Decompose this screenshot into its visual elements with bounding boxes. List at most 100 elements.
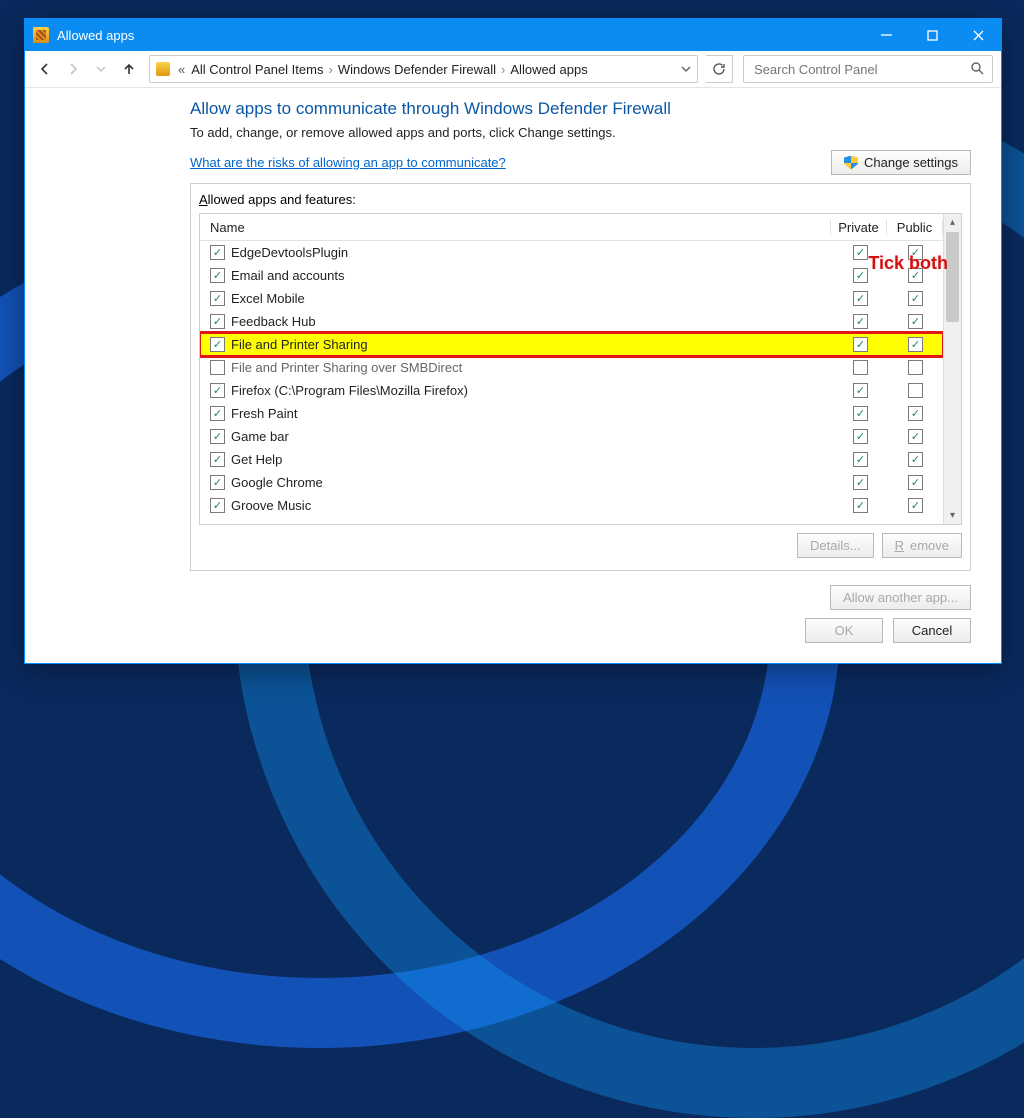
checkbox[interactable]: ✓ (853, 383, 868, 398)
checkbox[interactable]: ✓ (908, 337, 923, 352)
col-name[interactable]: Name (200, 220, 831, 235)
checkbox[interactable]: ✓ (210, 268, 225, 283)
checkbox[interactable]: ✓ (210, 475, 225, 490)
app-name: Groove Music (231, 498, 311, 513)
checkbox[interactable]: ✓ (908, 406, 923, 421)
checkbox[interactable] (853, 360, 868, 375)
checkbox[interactable]: ✓ (853, 291, 868, 306)
app-name: EdgeDevtoolsPlugin (231, 245, 348, 260)
page-subtext: To add, change, or remove allowed apps a… (190, 125, 971, 140)
table-row[interactable]: ✓ Fresh Paint ✓ ✓ (200, 402, 943, 425)
forward-button[interactable] (61, 57, 85, 81)
checkbox[interactable]: ✓ (908, 429, 923, 444)
table-row[interactable]: ✓Email and accounts✓✓ (200, 264, 943, 287)
checkbox[interactable]: ✓ (210, 429, 225, 444)
app-name: Email and accounts (231, 268, 344, 283)
col-private[interactable]: Private (831, 220, 887, 235)
app-name: Fresh Paint (231, 406, 297, 421)
table-row[interactable]: ✓ File and Printer Sharing ✓ ✓ (200, 333, 943, 356)
breadcrumb-item[interactable]: Allowed apps (510, 62, 587, 77)
cancel-button[interactable]: Cancel (893, 618, 971, 643)
scroll-down-icon[interactable]: ▾ (944, 507, 961, 524)
checkbox[interactable]: ✓ (853, 406, 868, 421)
app-name: Game bar (231, 429, 289, 444)
app-name: Get Help (231, 452, 282, 467)
search-box[interactable] (743, 55, 993, 83)
table-row[interactable]: File and Printer Sharing over SMBDirect (200, 356, 943, 379)
table-row[interactable]: ✓ Game bar ✓ ✓ (200, 425, 943, 448)
app-name: File and Printer Sharing over SMBDirect (231, 360, 462, 375)
panel-label: Allowed apps and features: (199, 192, 962, 207)
checkbox[interactable] (908, 383, 923, 398)
table-row[interactable]: ✓ Firefox (C:\Program Files\Mozilla Firef… (200, 379, 943, 402)
app-name: Excel Mobile (231, 291, 305, 306)
checkbox[interactable]: ✓ (908, 452, 923, 467)
page-heading: Allow apps to communicate through Window… (190, 99, 971, 119)
table-row[interactable]: ✓EdgeDevtoolsPlugin✓✓ (200, 241, 943, 264)
checkbox[interactable] (210, 360, 225, 375)
checkbox[interactable]: ✓ (853, 475, 868, 490)
app-name: Feedback Hub (231, 314, 316, 329)
checkbox[interactable]: ✓ (210, 337, 225, 352)
checkbox[interactable]: ✓ (908, 291, 923, 306)
search-input[interactable] (752, 61, 970, 78)
checkbox[interactable]: ✓ (908, 498, 923, 513)
breadcrumb-item[interactable]: Windows Defender Firewall (338, 62, 496, 77)
chevron-down-icon[interactable] (681, 62, 691, 77)
checkbox[interactable]: ✓ (210, 452, 225, 467)
app-name: Firefox (C:\Program Files\Mozilla Firefo… (231, 383, 468, 398)
remove-button[interactable]: Remove (882, 533, 962, 558)
checkbox[interactable]: ✓ (853, 268, 868, 283)
checkbox[interactable]: ✓ (853, 452, 868, 467)
change-settings-button[interactable]: Change settings (831, 150, 971, 175)
close-button[interactable] (955, 19, 1001, 51)
scroll-thumb[interactable] (946, 232, 959, 322)
refresh-button[interactable] (706, 55, 733, 83)
checkbox[interactable]: ✓ (210, 245, 225, 260)
risk-link[interactable]: What are the risks of allowing an app to… (190, 155, 506, 170)
checkbox[interactable]: ✓ (853, 429, 868, 444)
checkbox[interactable]: ✓ (853, 245, 868, 260)
table-row[interactable]: ✓ Feedback Hub ✓ ✓ (200, 310, 943, 333)
checkbox[interactable]: ✓ (853, 337, 868, 352)
window-icon (33, 27, 49, 43)
back-button[interactable] (33, 57, 57, 81)
checkbox[interactable]: ✓ (908, 314, 923, 329)
recent-locations-button[interactable] (89, 57, 113, 81)
details-button[interactable]: Details... (797, 533, 874, 558)
checkbox[interactable]: ✓ (210, 406, 225, 421)
allowed-apps-panel: Allowed apps and features: Name Private … (190, 183, 971, 571)
minimize-button[interactable] (863, 19, 909, 51)
table-row[interactable]: ✓Google Chrome✓✓ (200, 471, 943, 494)
search-icon (970, 61, 984, 78)
app-name: File and Printer Sharing (231, 337, 368, 352)
breadcrumb-overflow[interactable]: « (178, 62, 185, 77)
checkbox[interactable]: ✓ (853, 498, 868, 513)
scroll-up-icon[interactable]: ▴ (944, 214, 961, 231)
change-settings-label: Change settings (864, 155, 958, 170)
checkbox[interactable]: ✓ (908, 475, 923, 490)
checkbox[interactable]: ✓ (210, 498, 225, 513)
chevron-right-icon: › (328, 62, 332, 77)
checkbox[interactable]: ✓ (210, 383, 225, 398)
ok-button[interactable]: OK (805, 618, 883, 643)
chevron-right-icon: › (501, 62, 505, 77)
up-button[interactable] (117, 57, 141, 81)
window-title: Allowed apps (57, 28, 863, 43)
breadcrumb-item[interactable]: All Control Panel Items (191, 62, 323, 77)
breadcrumb[interactable]: « All Control Panel Items › Windows Defe… (149, 55, 698, 83)
maximize-button[interactable] (909, 19, 955, 51)
checkbox[interactable] (908, 360, 923, 375)
table-row[interactable]: ✓ Excel Mobile ✓ ✓ (200, 287, 943, 310)
content-area: Allow apps to communicate through Window… (25, 87, 1001, 663)
checkbox[interactable]: ✓ (210, 291, 225, 306)
checkbox[interactable]: ✓ (210, 314, 225, 329)
table-row[interactable]: ✓ Get Help ✓ ✓ (200, 448, 943, 471)
titlebar: Allowed apps (25, 19, 1001, 51)
allow-another-app-button[interactable]: Allow another app... (830, 585, 971, 610)
col-public[interactable]: Public (887, 220, 943, 235)
table-row[interactable]: ✓ Groove Music ✓ ✓ (200, 494, 943, 517)
checkbox[interactable]: ✓ (853, 314, 868, 329)
column-headers[interactable]: Name Private Public (200, 214, 943, 241)
allowed-apps-window: Allowed apps « All Control Panel Items ›… (24, 18, 1002, 664)
